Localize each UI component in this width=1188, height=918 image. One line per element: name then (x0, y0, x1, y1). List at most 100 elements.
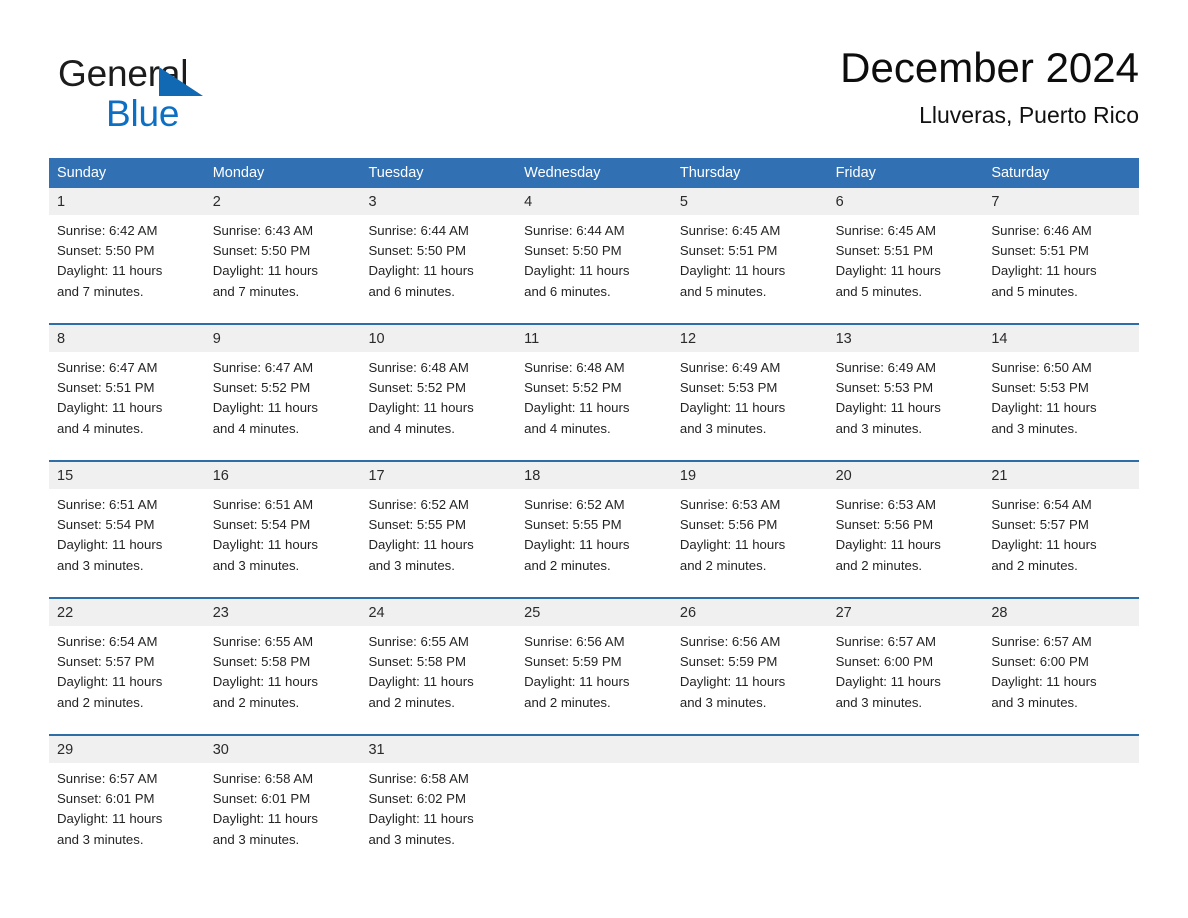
sunset-text: Sunset: 5:53 PM (991, 380, 1089, 396)
day-number[interactable]: 3 (360, 188, 516, 215)
day-cell-empty (672, 763, 828, 871)
day-cell[interactable]: Sunrise: 6:43 AM Sunset: 5:50 PM Dayligh… (205, 215, 361, 323)
day-cell[interactable]: Sunrise: 6:51 AM Sunset: 5:54 PM Dayligh… (49, 489, 205, 597)
daylight-text-line2: and 2 minutes. (524, 557, 611, 573)
day-number[interactable]: 10 (360, 325, 516, 352)
daylight-text-line1: Daylight: 11 hours (991, 674, 1097, 690)
day-number[interactable]: 2 (205, 188, 361, 215)
day-number[interactable]: 7 (983, 188, 1139, 215)
daylight-text-line2: and 3 minutes. (212, 557, 300, 573)
day-cell[interactable]: Sunrise: 6:55 AM Sunset: 5:58 PM Dayligh… (205, 626, 361, 734)
day-cell[interactable]: Sunrise: 6:58 AM Sunset: 6:01 PM Dayligh… (205, 763, 361, 871)
day-number-empty (672, 736, 828, 763)
day-number[interactable]: 29 (49, 736, 205, 763)
sunrise-text: Sunrise: 6:44 AM (368, 223, 469, 238)
sunset-text: Sunset: 6:00 PM (835, 654, 934, 670)
day-cell[interactable]: Sunrise: 6:48 AM Sunset: 5:52 PM Dayligh… (516, 352, 672, 460)
day-number[interactable]: 28 (983, 599, 1139, 626)
daylight-text-line1: Daylight: 11 hours (57, 811, 163, 827)
day-number[interactable]: 22 (49, 599, 205, 626)
day-cell[interactable]: Sunrise: 6:45 AM Sunset: 5:51 PM Dayligh… (828, 215, 984, 323)
day-cell[interactable]: Sunrise: 6:52 AM Sunset: 5:55 PM Dayligh… (516, 489, 672, 597)
day-cell[interactable]: Sunrise: 6:53 AM Sunset: 5:56 PM Dayligh… (672, 489, 828, 597)
general-blue-logo[interactable]: General Blue (58, 52, 318, 138)
day-cell[interactable]: Sunrise: 6:50 AM Sunset: 5:53 PM Dayligh… (983, 352, 1139, 460)
day-number[interactable]: 12 (672, 325, 828, 352)
sunrise-text: Sunrise: 6:49 AM (835, 360, 937, 375)
day-number[interactable]: 6 (828, 188, 984, 215)
day-number[interactable]: 8 (49, 325, 205, 352)
logo-text-blue: Blue (106, 93, 180, 134)
calendar-week-row: 22 23 24 25 26 27 28 Sunrise: 6:54 AM Su… (49, 597, 1139, 734)
daylight-text-line1: Daylight: 11 hours (57, 263, 163, 279)
day-number[interactable]: 13 (828, 325, 984, 352)
day-number[interactable]: 24 (360, 599, 516, 626)
day-cell[interactable]: Sunrise: 6:42 AM Sunset: 5:50 PM Dayligh… (49, 215, 205, 323)
sunset-text: Sunset: 5:51 PM (991, 243, 1089, 259)
day-number[interactable]: 23 (205, 599, 361, 626)
day-cell[interactable]: Sunrise: 6:55 AM Sunset: 5:58 PM Dayligh… (360, 626, 516, 734)
day-cell[interactable]: Sunrise: 6:52 AM Sunset: 5:55 PM Dayligh… (360, 489, 516, 597)
day-cell[interactable]: Sunrise: 6:53 AM Sunset: 5:56 PM Dayligh… (828, 489, 984, 597)
day-cell[interactable]: Sunrise: 6:54 AM Sunset: 5:57 PM Dayligh… (983, 489, 1139, 597)
day-number[interactable]: 27 (828, 599, 984, 626)
calendar-page: General Blue December 2024 Lluveras, Pue… (0, 0, 1188, 918)
day-number[interactable]: 18 (516, 462, 672, 489)
daylight-text-line1: Daylight: 11 hours (368, 811, 474, 827)
day-cell[interactable]: Sunrise: 6:57 AM Sunset: 6:00 PM Dayligh… (983, 626, 1139, 734)
sunrise-text: Sunrise: 6:56 AM (524, 634, 625, 649)
day-cell[interactable]: Sunrise: 6:45 AM Sunset: 5:51 PM Dayligh… (672, 215, 828, 323)
day-number[interactable]: 31 (360, 736, 516, 763)
sunrise-text: Sunrise: 6:57 AM (57, 771, 158, 786)
daylight-text-line1: Daylight: 11 hours (835, 263, 941, 279)
day-cell[interactable]: Sunrise: 6:44 AM Sunset: 5:50 PM Dayligh… (516, 215, 672, 323)
daylight-text-line2: and 4 minutes. (57, 420, 144, 436)
sunset-text: Sunset: 5:51 PM (57, 380, 155, 396)
day-number[interactable]: 25 (516, 599, 672, 626)
daylight-text-line2: and 3 minutes. (991, 420, 1078, 436)
day-number[interactable]: 1 (49, 188, 205, 215)
day-cell[interactable]: Sunrise: 6:46 AM Sunset: 5:51 PM Dayligh… (983, 215, 1139, 323)
day-cell[interactable]: Sunrise: 6:47 AM Sunset: 5:51 PM Dayligh… (49, 352, 205, 460)
daylight-text-line1: Daylight: 11 hours (835, 400, 941, 416)
day-number[interactable]: 11 (516, 325, 672, 352)
day-cell[interactable]: Sunrise: 6:47 AM Sunset: 5:52 PM Dayligh… (205, 352, 361, 460)
day-number[interactable]: 30 (205, 736, 361, 763)
day-cell[interactable]: Sunrise: 6:54 AM Sunset: 5:57 PM Dayligh… (49, 626, 205, 734)
day-number[interactable]: 15 (49, 462, 205, 489)
day-cell[interactable]: Sunrise: 6:51 AM Sunset: 5:54 PM Dayligh… (205, 489, 361, 597)
daylight-text-line1: Daylight: 11 hours (212, 811, 319, 827)
daylight-text-line1: Daylight: 11 hours (991, 537, 1097, 553)
day-number[interactable]: 19 (672, 462, 828, 489)
day-number[interactable]: 17 (360, 462, 516, 489)
sunset-text: Sunset: 5:57 PM (57, 654, 155, 670)
daylight-text-line1: Daylight: 11 hours (524, 537, 630, 553)
day-number[interactable]: 16 (205, 462, 361, 489)
day-cell[interactable]: Sunrise: 6:49 AM Sunset: 5:53 PM Dayligh… (828, 352, 984, 460)
day-number[interactable]: 9 (205, 325, 361, 352)
day-number[interactable]: 4 (516, 188, 672, 215)
day-cell[interactable]: Sunrise: 6:57 AM Sunset: 6:01 PM Dayligh… (49, 763, 205, 871)
day-cell[interactable]: Sunrise: 6:57 AM Sunset: 6:00 PM Dayligh… (828, 626, 984, 734)
day-header-saturday: Saturday (991, 165, 1050, 181)
day-detail-row: Sunrise: 6:54 AM Sunset: 5:57 PM Dayligh… (49, 626, 1139, 734)
sunset-text: Sunset: 5:56 PM (679, 517, 778, 533)
day-cell[interactable]: Sunrise: 6:44 AM Sunset: 5:50 PM Dayligh… (360, 215, 516, 323)
daylight-text-line1: Daylight: 11 hours (679, 400, 786, 416)
day-cell[interactable]: Sunrise: 6:48 AM Sunset: 5:52 PM Dayligh… (360, 352, 516, 460)
day-cell[interactable]: Sunrise: 6:56 AM Sunset: 5:59 PM Dayligh… (672, 626, 828, 734)
day-cell[interactable]: Sunrise: 6:49 AM Sunset: 5:53 PM Dayligh… (672, 352, 828, 460)
daylight-text-line1: Daylight: 11 hours (57, 674, 163, 690)
sunset-text: Sunset: 5:57 PM (991, 517, 1089, 533)
sunrise-text: Sunrise: 6:55 AM (212, 634, 314, 649)
day-number[interactable]: 5 (672, 188, 828, 215)
day-cell-empty (828, 763, 984, 871)
day-number[interactable]: 20 (828, 462, 984, 489)
day-number[interactable]: 26 (672, 599, 828, 626)
day-cell[interactable]: Sunrise: 6:58 AM Sunset: 6:02 PM Dayligh… (360, 763, 516, 871)
sunset-text: Sunset: 5:56 PM (835, 517, 934, 533)
day-cell[interactable]: Sunrise: 6:56 AM Sunset: 5:59 PM Dayligh… (516, 626, 672, 734)
day-number[interactable]: 14 (983, 325, 1139, 352)
sunrise-text: Sunrise: 6:52 AM (524, 497, 625, 512)
day-number[interactable]: 21 (983, 462, 1139, 489)
